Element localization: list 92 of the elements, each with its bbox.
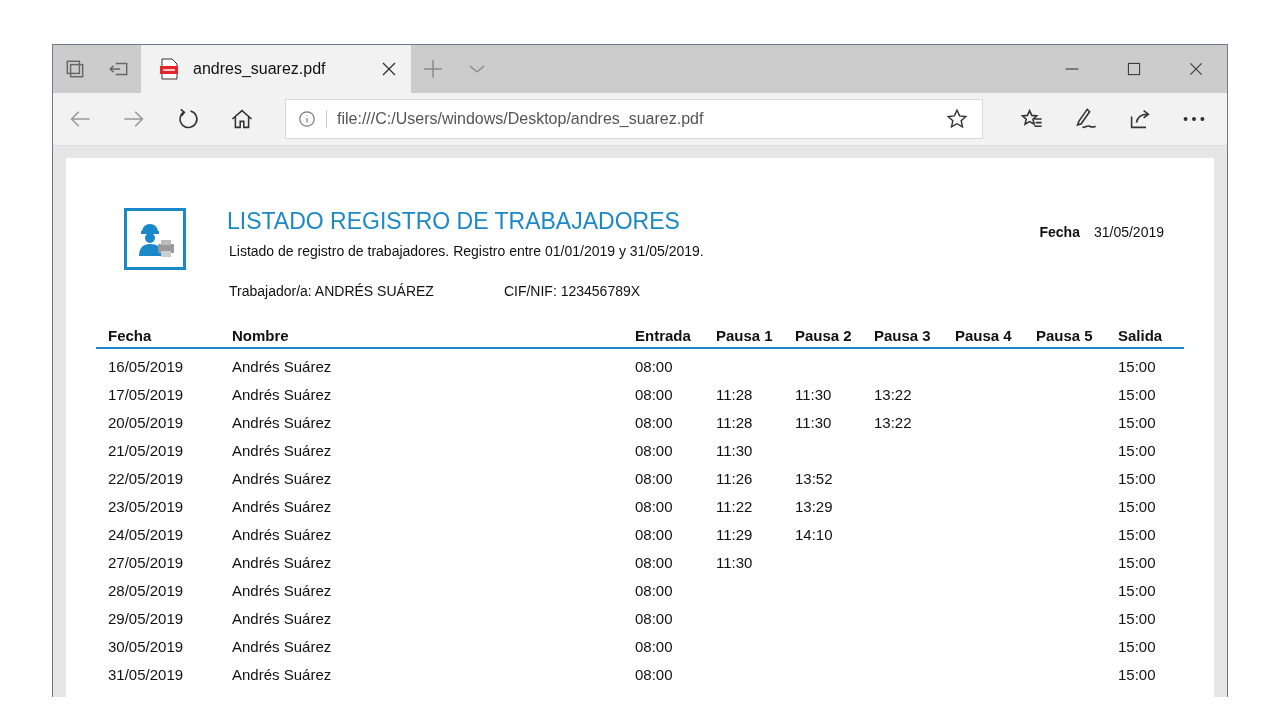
table-cell-text: 11:30 (794, 385, 833, 405)
table-cell-text: 27/05/2019 (107, 553, 185, 573)
table-cell-text: Andrés Suárez (231, 581, 333, 601)
table-cell-text: 16/05/2019 (107, 357, 185, 377)
home-icon[interactable] (230, 107, 254, 131)
table-cell-text: 15:00 (1117, 581, 1157, 601)
table-cell-text: Andrés Suárez (231, 497, 333, 517)
table-cell-text: 24/05/2019 (107, 525, 185, 545)
share-icon[interactable] (1128, 107, 1152, 131)
table-cell-text: 29/05/2019 (107, 609, 185, 629)
table-cell-text: 08:00 (634, 441, 674, 461)
table-cell-text: 30/05/2019 (107, 637, 185, 657)
pdf-file-icon (159, 58, 179, 80)
worker-name: Trabajador/a: ANDRÉS SUÁREZ (229, 283, 434, 299)
maximize-icon[interactable] (1126, 61, 1142, 77)
tab-title: andres_suarez.pdf (193, 60, 327, 78)
star-icon[interactable] (946, 108, 968, 130)
table-cell-text: 11:28 (715, 413, 754, 433)
report-subtitle: Listado de registro de trabajadores. Registro entre 01/01/2019 y 31/05/2019. (229, 243, 705, 259)
table-cell-text: 15:00 (1117, 553, 1157, 573)
table-cell-text: 08:00 (634, 497, 674, 517)
table-cell-text: Andrés Suárez (231, 525, 333, 545)
column-header: Pausa 5 (1024, 325, 1106, 349)
column-header: Salida (1106, 325, 1184, 349)
table-cell-text: 15:00 (1117, 357, 1157, 377)
table-cell-text: 08:00 (634, 637, 674, 657)
table-cell-text: Andrés Suárez (231, 553, 333, 573)
date-value: 31/05/2019 (1093, 224, 1164, 240)
refresh-icon[interactable] (176, 107, 200, 131)
column-header: Pausa 2 (783, 325, 862, 349)
table-cell-text: 11:26 (715, 469, 754, 489)
table-cell-text: 31/05/2019 (107, 665, 185, 685)
pen-icon[interactable] (1074, 107, 1098, 131)
table-cell-text: 08:00 (634, 553, 674, 573)
table-cell-text: 11:29 (715, 525, 754, 545)
table-cell-text: 08:00 (634, 581, 674, 601)
date-label: Fecha (1039, 224, 1080, 240)
table-cell-text: 15:00 (1117, 469, 1157, 489)
column-header: Pausa 4 (943, 325, 1024, 349)
table-cell-text: 13:29 (794, 497, 834, 517)
table-cell-text: 15:00 (1117, 413, 1157, 433)
table-cell-text: 08:00 (634, 469, 674, 489)
table-cell-text: 15:00 (1117, 497, 1157, 517)
table-cell-text: 11:22 (715, 497, 754, 517)
table-cell-text: Andrés Suárez (231, 609, 333, 629)
tax-id: CIF/NIF: 123456789X (503, 283, 641, 299)
close-icon[interactable] (1188, 61, 1204, 77)
table-cell-text: 08:00 (634, 525, 674, 545)
column-header: Fecha (96, 325, 220, 349)
column-header: Pausa 1 (704, 325, 783, 349)
table-cell-text: 17/05/2019 (107, 385, 185, 405)
url-text: file:///C:/Users/windows/Desktop/andres_suarez.pdf (326, 110, 936, 128)
table-cell-text: 11:30 (794, 413, 833, 433)
column-header: Nombre (220, 325, 623, 349)
table-cell-text: 23/05/2019 (107, 497, 185, 517)
table-cell-text: Andrés Suárez (231, 665, 333, 685)
table-cell-text: 13:52 (794, 469, 834, 489)
browser-tab[interactable]: andres_suarez.pdf (141, 45, 411, 93)
windows-icon[interactable] (64, 58, 86, 80)
table-cell-text: Andrés Suárez (231, 469, 333, 489)
table-cell-text: Andrés Suárez (231, 637, 333, 657)
table-cell-text: 13:22 (873, 385, 913, 405)
table-cell-text: 15:00 (1117, 637, 1157, 657)
table-cell-text: Andrés Suárez (231, 413, 333, 433)
table-cell-text: 11:30 (715, 553, 754, 573)
address-bar[interactable]: file:///C:/Users/windows/Desktop/andres_suarez.pdf (285, 99, 983, 139)
table-cell-text: 14:10 (794, 525, 834, 545)
table-cell-text: Andrés Suárez (231, 357, 333, 377)
table-cell-text: 15:00 (1117, 525, 1157, 545)
table-cell-text: 21/05/2019 (107, 441, 185, 461)
table-cell-text: 22/05/2019 (107, 469, 185, 489)
table-cell-text: 08:00 (634, 385, 674, 405)
table-cell-text: Andrés Suárez (231, 441, 333, 461)
table-cell-text: 15:00 (1117, 441, 1157, 461)
table-cell-text: 08:00 (634, 665, 674, 685)
table-cell-text: 08:00 (634, 357, 674, 377)
report-title: LISTADO REGISTRO DE TRABAJADORES (227, 208, 681, 235)
table-cell-text: Andrés Suárez (231, 385, 333, 405)
table-cell-text: 08:00 (634, 609, 674, 629)
table-cell-text: 20/05/2019 (107, 413, 185, 433)
table-cell-text: 15:00 (1117, 609, 1157, 629)
table-cell-text: 08:00 (634, 413, 674, 433)
table-cell-text: 15:00 (1117, 665, 1157, 685)
table-cell-text: 11:30 (715, 441, 754, 461)
column-header: Pausa 3 (862, 325, 943, 349)
table-cell-text: 28/05/2019 (107, 581, 185, 601)
table-cell-text: 15:00 (1117, 385, 1157, 405)
table-cell-text: 13:22 (873, 413, 913, 433)
table-cell-text: 11:28 (715, 385, 754, 405)
column-header: Entrada (623, 325, 704, 349)
worker-printer-logo-icon (124, 208, 186, 270)
info-icon (298, 110, 316, 128)
